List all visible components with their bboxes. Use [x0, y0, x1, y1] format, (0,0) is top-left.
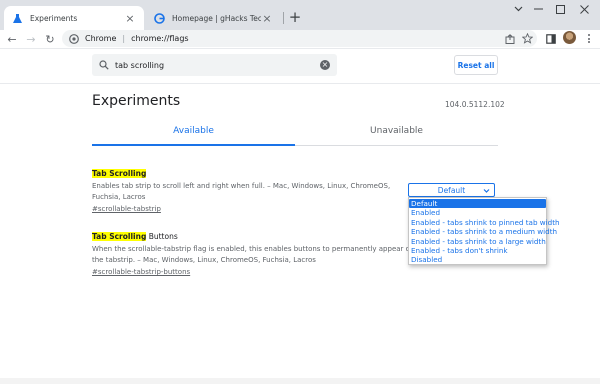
tab-title: Experiments	[30, 13, 78, 23]
select-dropdown-list: Default Enabled Enabled - tabs shrink to…	[408, 197, 560, 265]
dropdown-option-disabled[interactable]: Disabled	[409, 255, 546, 264]
omnibox-chrome-label: Chrome	[85, 34, 117, 43]
experiment-link[interactable]: #scrollable-tabstrip-buttons	[92, 268, 422, 276]
experiment-description-line: the tabstrip. – Mac, Windows, Linux, Chr…	[92, 256, 316, 264]
search-input[interactable]: tab scrolling	[115, 61, 164, 70]
version-label: 104.0.5112.102	[445, 100, 505, 109]
experiment-description-line: When the scrollable-tabstrip flag is ena…	[92, 245, 415, 253]
tab-available[interactable]: Available	[92, 126, 295, 136]
reset-all-button[interactable]: Reset all	[454, 55, 498, 75]
side-panel-icon[interactable]	[543, 31, 559, 47]
omnibox-separator: |	[122, 34, 126, 43]
experiment-tab-scrolling-buttons: Tab Scrolling Buttons When the scrollabl…	[92, 232, 422, 276]
clear-search-icon[interactable]: ×	[320, 60, 330, 70]
tab-unavailable[interactable]: Unavailable	[295, 126, 498, 136]
experiment-name-highlight: Tab Scrolling	[92, 169, 147, 178]
experiment-name: Tab Scrolling Buttons	[92, 232, 422, 241]
profile-avatar[interactable]	[563, 31, 576, 44]
select-value: Default	[437, 185, 466, 195]
tab-separator	[283, 12, 284, 24]
experiment-name-highlight: Tab Scrolling	[92, 232, 147, 241]
dropdown-option-enabled[interactable]: Enabled	[409, 208, 546, 217]
dropdown-option-pinned-width[interactable]: Enabled - tabs shrink to pinned tab widt…	[409, 218, 560, 227]
tab-experiments[interactable]: Experiments ×	[4, 6, 144, 30]
flask-icon	[12, 13, 23, 24]
new-tab-button[interactable]: +	[287, 9, 303, 25]
menu-dots-icon[interactable]	[583, 31, 595, 46]
tab-ghacks[interactable]: Homepage | gHacks Technology N ×	[146, 6, 281, 30]
close-window-button[interactable]	[566, 0, 600, 18]
dropdown-option-medium-width[interactable]: Enabled - tabs shrink to a medium width	[409, 227, 557, 236]
experiment-description: Enables tab strip to scroll left and rig…	[92, 181, 422, 203]
experiment-tab-scrolling: Tab Scrolling Enables tab strip to scrol…	[92, 169, 422, 213]
toolbar: ← → ↻ Chrome | chrome://flags	[0, 30, 600, 48]
share-icon[interactable]	[503, 32, 516, 45]
experiment-select[interactable]: Default	[408, 183, 495, 197]
reload-button[interactable]: ↻	[42, 31, 58, 47]
header-divider	[0, 83, 600, 84]
dropdown-option-default[interactable]: Default	[409, 199, 546, 209]
dropdown-option-dont-shrink[interactable]: Enabled - tabs don't shrink	[409, 246, 546, 255]
url-text[interactable]: chrome://flags	[131, 34, 188, 43]
experiment-description-line: Fuchsia, Lacros	[92, 193, 146, 201]
tab-strip: Experiments × Homepage | gHacks Technolo…	[0, 0, 600, 30]
close-tab-icon[interactable]: ×	[261, 12, 273, 25]
page-title: Experiments	[92, 93, 181, 109]
experiment-link[interactable]: #scrollable-tabstrip	[92, 205, 422, 213]
dropdown-option-large-width[interactable]: Enabled - tabs shrink to a large width	[409, 237, 546, 246]
experiment-description: When the scrollable-tabstrip flag is ena…	[92, 244, 422, 266]
active-tab-indicator	[92, 144, 295, 146]
window-bottom-edge	[0, 378, 600, 384]
back-button[interactable]: ←	[4, 31, 20, 47]
flags-search-box[interactable]: tab scrolling ×	[92, 54, 337, 76]
experiment-description-line: Enables tab strip to scroll left and rig…	[92, 182, 391, 190]
toolbar-border	[0, 48, 600, 49]
address-bar[interactable]: Chrome | chrome://flags	[62, 30, 537, 47]
chrome-logo-icon	[69, 33, 79, 44]
experiment-name-rest: Buttons	[146, 232, 178, 241]
close-tab-icon[interactable]: ×	[124, 12, 136, 25]
search-icon	[99, 60, 109, 70]
bookmark-star-icon[interactable]	[521, 32, 534, 45]
ghacks-favicon-icon	[154, 12, 165, 24]
experiment-name: Tab Scrolling	[92, 169, 422, 178]
tab-title: Homepage | gHacks Technology N	[172, 13, 261, 23]
forward-button[interactable]: →	[23, 31, 39, 47]
